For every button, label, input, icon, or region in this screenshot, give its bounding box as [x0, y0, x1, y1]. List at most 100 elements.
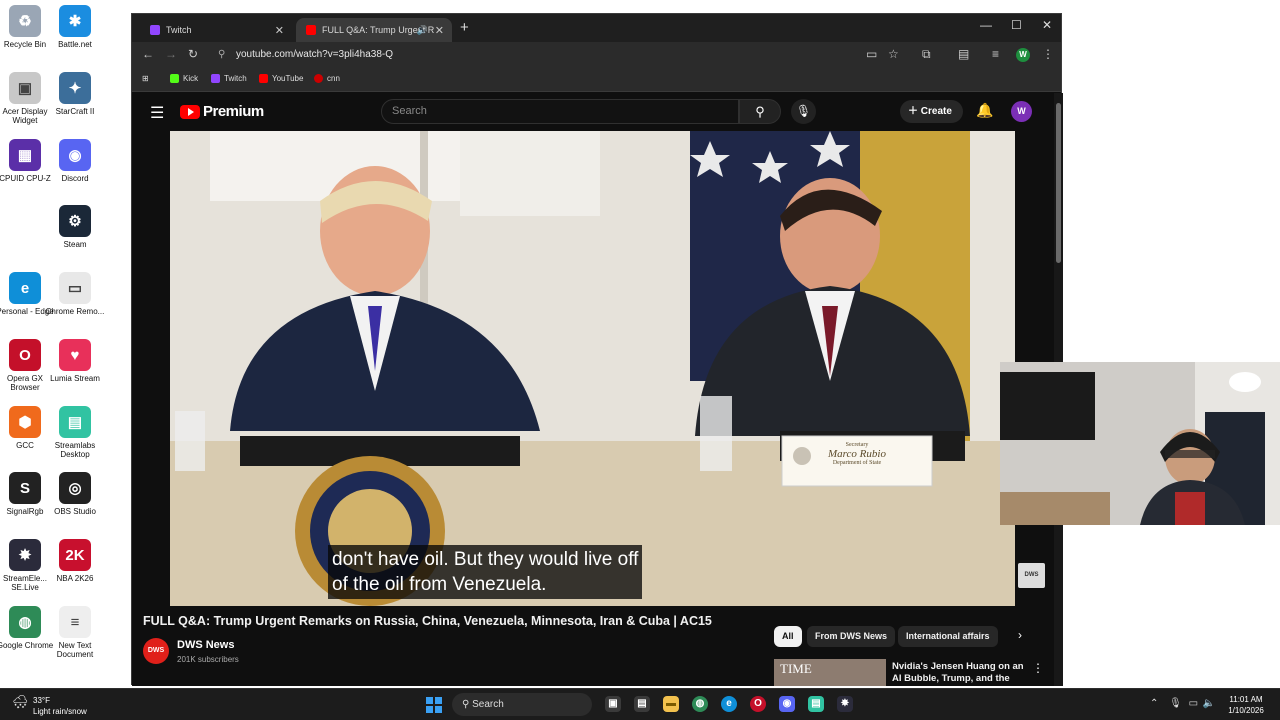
chip-from-channel[interactable]: From DWS News [807, 626, 896, 647]
browser-menu-icon[interactable]: ⋮ [1042, 47, 1054, 61]
video-player[interactable]: Secretary Marco Rubio Department of Stat… [170, 131, 1015, 606]
app-icon: ♻ [9, 5, 41, 37]
bookmark-label: Twitch [224, 74, 247, 83]
bookmark-label: Kick [183, 74, 199, 83]
close-window-icon[interactable]: ✕ [1042, 18, 1052, 32]
microphone-icon: 🎙 [795, 104, 812, 118]
tab-twitch[interactable]: Twitch ✕ [140, 18, 292, 42]
youtube-premium-logo[interactable]: Premium [180, 103, 264, 120]
browser-profile-avatar[interactable]: W [1016, 48, 1030, 62]
thumbnail-text: TIME [780, 661, 812, 676]
address-bar[interactable]: ⚲ youtube.com/watch?v=3pli4ha38-Q [212, 45, 892, 65]
audio-playing-icon[interactable]: 🔊 [417, 25, 428, 36]
apps-grid-icon[interactable]: ⊞ [142, 74, 149, 83]
app-icon: ⚙ [59, 205, 91, 237]
channel-name[interactable]: DWS News [177, 639, 234, 651]
desktop-icon[interactable]: ♥ Lumia Stream [44, 339, 106, 383]
close-tab-icon[interactable]: ✕ [275, 24, 284, 37]
system-tray[interactable]: ⌃ 🎙 ▭ 🔈 [1150, 698, 1215, 709]
desktop-icon[interactable]: ▭ Chrome Remo... [44, 272, 106, 316]
desktop-icon[interactable]: ▤ Streamlabs Desktop [44, 406, 106, 459]
close-tab-icon[interactable]: ✕ [435, 24, 444, 37]
channel-avatar[interactable]: DWS [143, 638, 169, 664]
start-button[interactable] [426, 697, 442, 713]
taskbar: 🌨 33°F Light rain/snow ⚲ Search ▣ ▤ ▬ ◍ … [0, 688, 1280, 720]
create-button[interactable]: ＋ Create [900, 100, 963, 123]
account-avatar[interactable]: W [1011, 101, 1032, 122]
recommendation-thumbnail[interactable]: TIME [774, 659, 886, 686]
new-tab-icon[interactable]: + [460, 19, 469, 36]
app-icon: ✱ [59, 5, 91, 37]
media-controls-icon[interactable]: ≡ [992, 47, 999, 61]
microphone-icon[interactable]: 🎙 [1169, 698, 1182, 709]
logo-text: Premium [203, 103, 264, 120]
app-icon: ◎ [59, 472, 91, 504]
streamelements-icon[interactable]: ✸ [837, 696, 853, 712]
desktop-icon[interactable]: ⚙ Steam [44, 205, 106, 249]
chrome-icon[interactable]: ◍ [692, 696, 708, 712]
discord-icon[interactable]: ◉ [779, 696, 795, 712]
desktop-icon[interactable]: ✱ Battle.net [44, 5, 106, 49]
voice-search-button[interactable]: 🎙 [791, 99, 816, 124]
taskbar-search[interactable]: ⚲ Search [452, 693, 592, 716]
desktop-icon-label: NBA 2K26 [56, 574, 94, 583]
search-input[interactable]: Search [381, 99, 739, 124]
app-icon: ≡ [59, 606, 91, 638]
app-icon: ⬢ [9, 406, 41, 438]
site-info-icon[interactable]: ⚲ [218, 45, 225, 65]
bookmark-star-icon[interactable]: ☆ [888, 47, 899, 61]
notifications-bell-icon[interactable]: 🔔 [976, 102, 993, 119]
reload-icon[interactable]: ↻ [188, 47, 198, 61]
video-title: FULL Q&A: Trump Urgent Remarks on Russia… [143, 614, 712, 628]
cnn-icon [314, 74, 323, 83]
chevron-up-icon[interactable]: ⌃ [1150, 698, 1158, 709]
bookmark-twitch[interactable]: Twitch [211, 74, 247, 83]
desktop-icon[interactable]: ◉ Discord [44, 139, 106, 183]
cast-icon[interactable]: ▭ [866, 47, 877, 61]
back-icon[interactable]: ← [142, 47, 154, 61]
file-explorer-icon[interactable]: ▬ [663, 696, 679, 712]
desktop-icon[interactable]: ✦ StarCraft II [44, 72, 106, 116]
edge-icon[interactable]: e [721, 696, 737, 712]
desktop-icon[interactable]: ≡ New Text Document [44, 606, 106, 659]
bookmark-cnn[interactable]: cnn [314, 74, 340, 83]
streamlabs-icon[interactable]: ▤ [808, 696, 824, 712]
widgets-icon[interactable]: ▤ [634, 696, 650, 712]
youtube-page: ☰ Premium Search ⚲ 🎙 ＋ Create 🔔 W Secret… [132, 93, 1054, 686]
recommendation-title[interactable]: Nvidia's Jensen Huang on an AI Bubble, T… [892, 661, 1027, 686]
forward-icon[interactable]: → [165, 47, 177, 61]
clock-time: 11:01 AM [1229, 695, 1263, 704]
scrollbar-thumb[interactable] [1056, 103, 1061, 263]
webcam-image [1000, 362, 1280, 525]
channel-watermark[interactable]: DWS [1018, 563, 1045, 588]
desktop-icon[interactable]: ◎ OBS Studio [44, 472, 106, 516]
more-options-icon[interactable]: ⋮ [1032, 661, 1044, 675]
search-button[interactable]: ⚲ [739, 99, 781, 124]
app-icon: e [9, 272, 41, 304]
volume-icon[interactable]: 🔈 [1203, 698, 1215, 709]
task-view-icon[interactable]: ▣ [605, 696, 621, 712]
nameplate-department: Department of State [832, 460, 882, 466]
weather-temperature: 33°F [33, 696, 50, 705]
chevron-right-icon[interactable]: › [1018, 628, 1022, 642]
opera-gx-icon[interactable]: O [750, 696, 766, 712]
tab-youtube-video[interactable]: FULL Q&A: Trump Urgent R 🔊 ✕ [296, 18, 452, 42]
bookmark-kick[interactable]: Kick [170, 74, 198, 83]
search-icon: ⚲ [755, 104, 765, 119]
network-icon[interactable]: ▭ [1189, 698, 1198, 709]
taskbar-clock[interactable]: 11:01 AM 1/10/2026 [1218, 694, 1274, 716]
youtube-icon [306, 25, 316, 35]
caption-line: of the oil from Venezuela. [332, 574, 547, 595]
bookmark-youtube[interactable]: YouTube [259, 74, 303, 83]
maximize-icon[interactable]: ☐ [1011, 18, 1022, 32]
browser-window: Twitch ✕ FULL Q&A: Trump Urgent R 🔊 ✕ + … [131, 13, 1063, 686]
subscriber-count: 201K subscribers [177, 655, 239, 664]
chip-international-affairs[interactable]: International affairs [898, 626, 998, 647]
chip-all[interactable]: All [774, 626, 802, 647]
sidebar-icon[interactable]: ▤ [958, 47, 969, 61]
minimize-icon[interactable]: — [980, 18, 992, 32]
extensions-icon[interactable]: ⧉ [922, 47, 931, 62]
desktop-icon-label: Battle.net [58, 40, 92, 49]
desktop-icon[interactable]: 2K NBA 2K26 [44, 539, 106, 583]
menu-icon[interactable]: ☰ [150, 103, 164, 123]
